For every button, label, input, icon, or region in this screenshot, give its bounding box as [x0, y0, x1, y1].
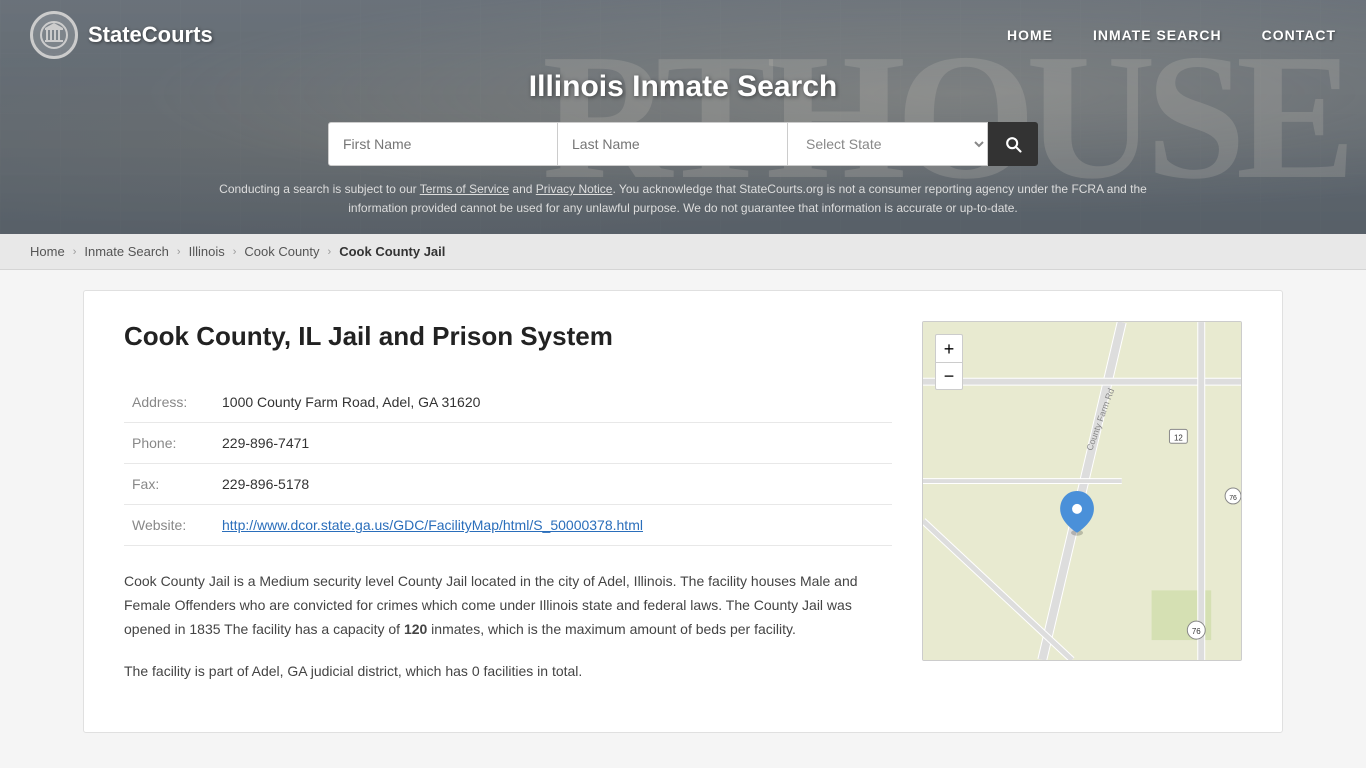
- search-icon: [1003, 134, 1023, 154]
- logo-icon: [30, 11, 78, 59]
- breadcrumb-home[interactable]: Home: [30, 244, 65, 259]
- description-2: The facility is part of Adel, GA judicia…: [124, 660, 892, 684]
- search-button[interactable]: [988, 122, 1038, 166]
- fax-label: Fax:: [124, 464, 214, 505]
- phone-row: Phone: 229-896-7471: [124, 423, 892, 464]
- website-label: Website:: [124, 505, 214, 546]
- fax-row: Fax: 229-896-5178: [124, 464, 892, 505]
- website-value: http://www.dcor.state.ga.us/GDC/Facility…: [214, 505, 892, 546]
- navbar: StateCourts HOME INMATE SEARCH CONTACT: [0, 0, 1366, 70]
- breadcrumb-current: Cook County Jail: [339, 244, 445, 259]
- zoom-in-button[interactable]: +: [935, 334, 963, 362]
- first-name-input[interactable]: [328, 122, 558, 166]
- phone-label: Phone:: [124, 423, 214, 464]
- map-container: + −: [922, 321, 1242, 661]
- breadcrumb-sep-2: ›: [177, 246, 181, 258]
- breadcrumb-sep-3: ›: [233, 246, 237, 258]
- website-row: Website: http://www.dcor.state.ga.us/GDC…: [124, 505, 892, 546]
- breadcrumb-illinois[interactable]: Illinois: [189, 244, 225, 259]
- content-right: + −: [922, 321, 1242, 701]
- nav-contact[interactable]: CONTACT: [1262, 27, 1336, 43]
- last-name-input[interactable]: [558, 122, 788, 166]
- privacy-link[interactable]: Privacy Notice: [536, 182, 613, 196]
- terms-link[interactable]: Terms of Service: [420, 182, 509, 196]
- address-row: Address: 1000 County Farm Road, Adel, GA…: [124, 382, 892, 423]
- breadcrumb-sep-4: ›: [328, 246, 332, 258]
- disclaimer: Conducting a search is subject to our Te…: [183, 180, 1183, 234]
- info-table: Address: 1000 County Farm Road, Adel, GA…: [124, 382, 892, 546]
- main-wrapper: Cook County, IL Jail and Prison System A…: [53, 270, 1313, 752]
- state-select[interactable]: Select State: [788, 122, 988, 166]
- nav-home[interactable]: HOME: [1007, 27, 1053, 43]
- svg-text:12: 12: [1174, 434, 1183, 443]
- nav-links: HOME INMATE SEARCH CONTACT: [1007, 27, 1336, 43]
- fax-value: 229-896-5178: [214, 464, 892, 505]
- logo-text: StateCourts: [88, 22, 213, 48]
- svg-text:76: 76: [1229, 495, 1237, 502]
- address-label: Address:: [124, 382, 214, 423]
- description-1: Cook County Jail is a Medium security le…: [124, 570, 892, 641]
- phone-value: 229-896-7471: [214, 423, 892, 464]
- zoom-out-button[interactable]: −: [935, 362, 963, 390]
- breadcrumb: Home › Inmate Search › Illinois › Cook C…: [0, 234, 1366, 270]
- address-value: 1000 County Farm Road, Adel, GA 31620: [214, 382, 892, 423]
- breadcrumb-inmate-search[interactable]: Inmate Search: [84, 244, 169, 259]
- logo-link[interactable]: StateCourts: [30, 11, 213, 59]
- content-left: Cook County, IL Jail and Prison System A…: [124, 321, 892, 701]
- facility-title: Cook County, IL Jail and Prison System: [124, 321, 892, 352]
- website-link[interactable]: http://www.dcor.state.ga.us/GDC/Facility…: [222, 517, 643, 533]
- breadcrumb-sep-1: ›: [73, 246, 77, 258]
- svg-text:76: 76: [1192, 627, 1201, 636]
- search-bar: Select State: [283, 122, 1083, 166]
- hero-title: Illinois Inmate Search: [0, 70, 1366, 104]
- capacity-value: 120: [404, 621, 427, 637]
- map-zoom-controls: + −: [935, 334, 963, 390]
- map-svg: County Farm Rd 12 76 76: [923, 322, 1241, 660]
- nav-inmate-search[interactable]: INMATE SEARCH: [1093, 27, 1222, 43]
- content-card: Cook County, IL Jail and Prison System A…: [83, 290, 1283, 732]
- breadcrumb-cook-county[interactable]: Cook County: [244, 244, 319, 259]
